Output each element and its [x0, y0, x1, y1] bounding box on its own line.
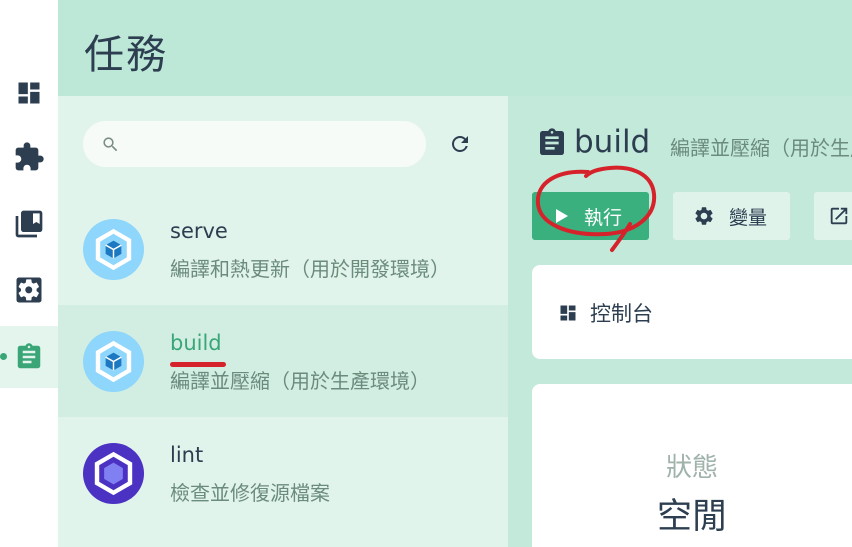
refresh-icon[interactable]: [448, 132, 472, 156]
play-icon: [556, 209, 568, 223]
eslint-icon: [82, 442, 145, 505]
nav-tasks[interactable]: [0, 326, 58, 388]
task-item-lint[interactable]: lint 檢查並修復源檔案: [58, 417, 508, 529]
task-title: build: [574, 124, 651, 160]
status-label: 狀態: [665, 453, 718, 483]
nav-dependencies[interactable]: [0, 193, 58, 255]
variables-button[interactable]: 變量: [673, 192, 790, 240]
task-item-serve[interactable]: serve 編譯和熱更新（用於開發環境）: [58, 193, 508, 305]
search-icon: [103, 137, 118, 152]
dashboard-icon: [18, 82, 40, 104]
tasks-icon: [17, 343, 41, 369]
task-details-panel: build 編譯並壓縮（用於生產環境） 執行 變量 控制台 狀態 空閒: [508, 96, 852, 547]
task-name: build: [170, 331, 222, 355]
run-label: 執行: [584, 206, 623, 229]
clipboard-icon: [540, 128, 564, 155]
task-description: 編譯和熱更新（用於開發環境）: [170, 257, 450, 281]
task-name: serve: [170, 219, 228, 243]
status-value: 空閒: [656, 497, 727, 537]
nav-dashboard[interactable]: [0, 62, 58, 124]
task-description: 檢查並修復源檔案: [170, 481, 330, 505]
webpack-icon: [82, 330, 145, 393]
dependencies-icon: [15, 210, 43, 238]
active-indicator: [0, 353, 7, 360]
task-list-panel: serve 編譯和熱更新（用於開發環境） build 編譯並壓縮（用於生產環境）: [58, 96, 508, 547]
gear-icon: [695, 207, 713, 225]
open-external-button[interactable]: [814, 192, 852, 240]
task-subtitle: 編譯並壓縮（用於生產環境）: [670, 136, 852, 160]
status-card: 狀態 空閒: [532, 384, 852, 547]
page-title: 任務: [84, 32, 168, 78]
page-header: 任務: [58, 0, 852, 96]
run-task-button[interactable]: 執行: [532, 192, 649, 240]
plugins-icon: [15, 142, 44, 171]
search-input[interactable]: [83, 121, 426, 167]
console-label: 控制台: [590, 302, 653, 326]
open-in-new-icon: [830, 207, 848, 225]
webpack-icon: [82, 218, 145, 281]
task-description: 編譯並壓縮（用於生產環境）: [170, 369, 430, 393]
task-name: lint: [170, 443, 204, 467]
task-item-build[interactable]: build 編譯並壓縮（用於生產環境）: [58, 305, 508, 417]
nav-configuration[interactable]: [0, 259, 58, 321]
configuration-icon: [16, 277, 42, 303]
nav-plugins[interactable]: [0, 126, 58, 188]
app-window: 任務 serve 編譯和熱更新（用於開發環境） build 編譯並壓縮（用於生產…: [0, 0, 852, 547]
sidebar-nav: [0, 0, 58, 547]
variables-label: 變量: [729, 206, 768, 229]
dashboard-icon: [560, 305, 576, 321]
console-card[interactable]: 控制台: [532, 265, 852, 359]
